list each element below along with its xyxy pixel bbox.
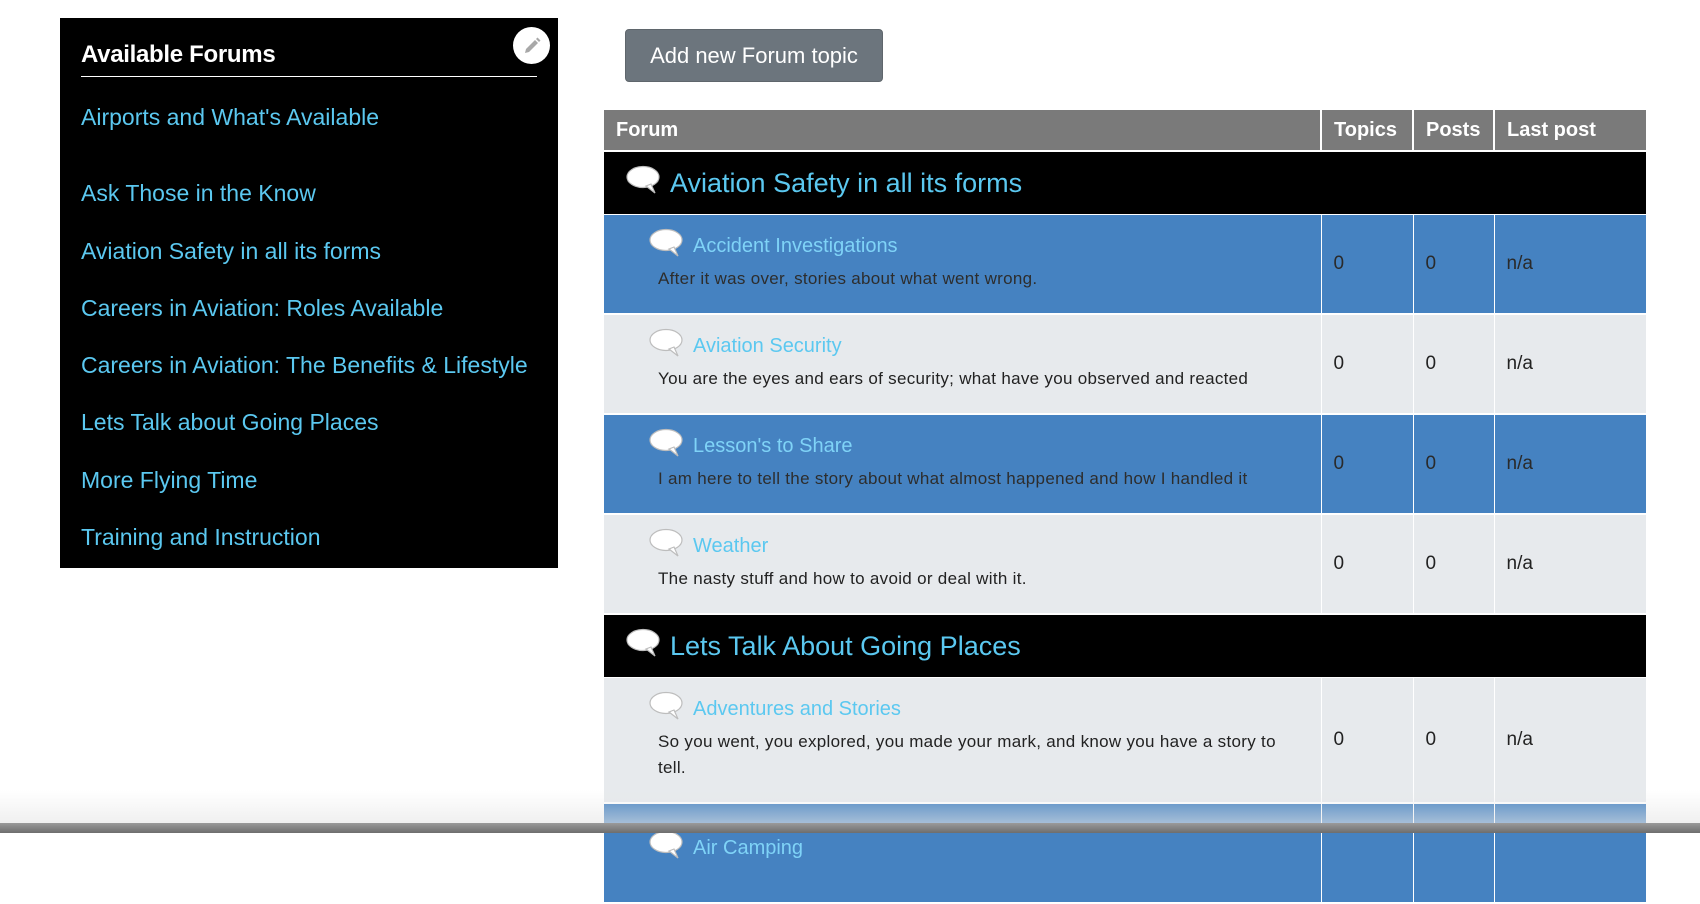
column-header-topics: Topics	[1321, 110, 1414, 152]
speech-bubble-icon	[649, 428, 683, 457]
category-title[interactable]: Lets Talk About Going Places	[670, 631, 1021, 662]
last-post: n/a	[1494, 214, 1646, 315]
forum-link[interactable]: Accident Investigations	[693, 235, 898, 258]
sidebar-item-more-flying[interactable]: More Flying Time	[81, 442, 528, 499]
sidebar-item-airports[interactable]: Airports and What's Available	[81, 98, 528, 155]
forum-table: Forum Topics Posts Last post Aviation Sa…	[604, 110, 1646, 904]
edit-button[interactable]	[513, 27, 550, 64]
category-row: Lets Talk About Going Places	[604, 614, 1646, 678]
speech-bubble-icon	[626, 165, 660, 194]
posts-count: 0	[1413, 314, 1495, 415]
sidebar-item-careers-benefits[interactable]: Careers in Aviation: The Benefits & Life…	[81, 327, 528, 384]
last-post: n/a	[1494, 314, 1646, 415]
window-bottom-edge	[0, 823, 1700, 833]
posts-count	[1413, 803, 1495, 904]
last-post: n/a	[1494, 514, 1646, 615]
column-header-last-post: Last post	[1494, 110, 1646, 152]
sidebar-item-going-places[interactable]: Lets Talk about Going Places	[81, 384, 528, 441]
posts-count: 0	[1413, 514, 1495, 615]
table-row: Accident Investigations After it was ove…	[604, 214, 1646, 315]
speech-bubble-icon	[626, 628, 660, 657]
forum-link[interactable]: Adventures and Stories	[693, 698, 901, 721]
sidebar-item-aviation-safety[interactable]: Aviation Safety in all its forms	[81, 213, 528, 270]
last-post: n/a	[1494, 677, 1646, 804]
forum-description: You are the eyes and ears of security; w…	[658, 369, 1249, 388]
topics-count	[1321, 803, 1414, 904]
posts-count: 0	[1413, 214, 1495, 315]
speech-bubble-icon	[649, 830, 683, 859]
table-row: Air Camping	[604, 803, 1646, 904]
category-title[interactable]: Aviation Safety in all its forms	[670, 168, 1022, 199]
sidebar-title: Available Forums	[81, 38, 537, 77]
topics-count: 0	[1321, 214, 1414, 315]
table-row: Weather The nasty stuff and how to avoid…	[604, 514, 1646, 615]
pencil-icon	[524, 37, 540, 53]
sidebar-item-training[interactable]: Training and Instruction	[81, 499, 528, 556]
category-row: Aviation Safety in all its forms	[604, 151, 1646, 215]
forum-link[interactable]: Lesson's to Share	[693, 435, 852, 458]
speech-bubble-icon	[649, 691, 683, 720]
table-row: Aviation Security You are the eyes and e…	[604, 314, 1646, 415]
sidebar-forum-list: Airports and What's Available Ask Those …	[81, 98, 528, 556]
posts-count: 0	[1413, 414, 1495, 515]
forum-description: After it was over, stories about what we…	[658, 269, 1038, 288]
last-post	[1494, 803, 1646, 904]
column-header-forum: Forum	[604, 110, 1322, 152]
forum-description: So you went, you explored, you made your…	[658, 732, 1276, 777]
column-header-posts: Posts	[1413, 110, 1495, 152]
add-forum-topic-button[interactable]: Add new Forum topic	[625, 29, 883, 82]
speech-bubble-icon	[649, 528, 683, 557]
topics-count: 0	[1321, 314, 1414, 415]
forum-link[interactable]: Aviation Security	[693, 335, 842, 358]
topics-count: 0	[1321, 677, 1414, 804]
speech-bubble-icon	[649, 328, 683, 357]
posts-count: 0	[1413, 677, 1495, 804]
forum-description: I am here to tell the story about what a…	[658, 469, 1248, 488]
sidebar-item-ask-those[interactable]: Ask Those in the Know	[81, 155, 528, 212]
forum-description: The nasty stuff and how to avoid or deal…	[658, 569, 1027, 588]
table-row: Lesson's to Share I am here to tell the …	[604, 414, 1646, 515]
topics-count: 0	[1321, 414, 1414, 515]
table-header-row: Forum Topics Posts Last post	[604, 110, 1646, 152]
speech-bubble-icon	[649, 228, 683, 257]
table-row: Adventures and Stories So you went, you …	[604, 677, 1646, 804]
topics-count: 0	[1321, 514, 1414, 615]
available-forums-panel: Available Forums Airports and What's Ava…	[60, 18, 558, 568]
last-post: n/a	[1494, 414, 1646, 515]
forum-link[interactable]: Weather	[693, 535, 768, 558]
sidebar-item-careers-roles[interactable]: Careers in Aviation: Roles Available	[81, 270, 528, 327]
forum-link[interactable]: Air Camping	[693, 837, 803, 860]
